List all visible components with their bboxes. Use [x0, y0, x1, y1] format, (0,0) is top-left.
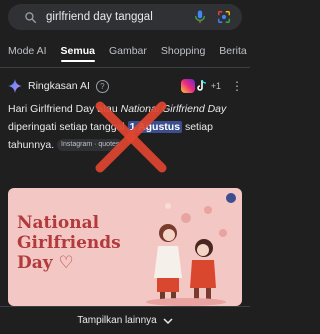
info-icon[interactable]: ? — [95, 79, 109, 93]
sources-count: +1 — [210, 81, 221, 91]
chevron-down-icon — [163, 317, 173, 324]
tiktok-icon[interactable] — [196, 79, 207, 93]
sparkle-icon — [8, 79, 22, 93]
red-x-overlay-icon — [95, 101, 167, 173]
lens-icon[interactable] — [216, 9, 232, 25]
couple-illustration — [146, 203, 227, 306]
instagram-icon[interactable] — [180, 79, 195, 93]
ai-sources[interactable]: +1 — [180, 79, 221, 93]
search-input[interactable]: girlfriend day tanggal — [46, 11, 192, 23]
tab-shopping[interactable]: Shopping — [161, 45, 205, 57]
search-icon — [22, 9, 38, 25]
girlfriends-day-image[interactable]: National Girlfriends Day ♡ — [8, 188, 242, 306]
more-options-icon[interactable]: ⋮ — [231, 79, 243, 93]
search-bar[interactable]: girlfriend day tanggal — [8, 4, 242, 30]
show-more-button[interactable]: Tampilkan lainnya — [0, 306, 250, 334]
tab-berita[interactable]: Berita — [219, 45, 246, 57]
tabs-divider — [0, 67, 250, 68]
tab-mode-ai[interactable]: Mode AI — [8, 45, 47, 57]
show-more-label: Tampilkan lainnya — [77, 315, 157, 326]
tab-semua[interactable]: Semua — [60, 45, 96, 62]
ai-overview-header: Ringkasan AI ? +1 ⋮ — [8, 77, 243, 95]
search-tabs: Mode AI Semua Gambar Shopping Berita — [0, 40, 250, 62]
tab-gambar[interactable]: Gambar — [109, 45, 147, 57]
microphone-icon[interactable] — [192, 9, 208, 25]
ai-overview-title: Ringkasan AI — [28, 80, 90, 92]
